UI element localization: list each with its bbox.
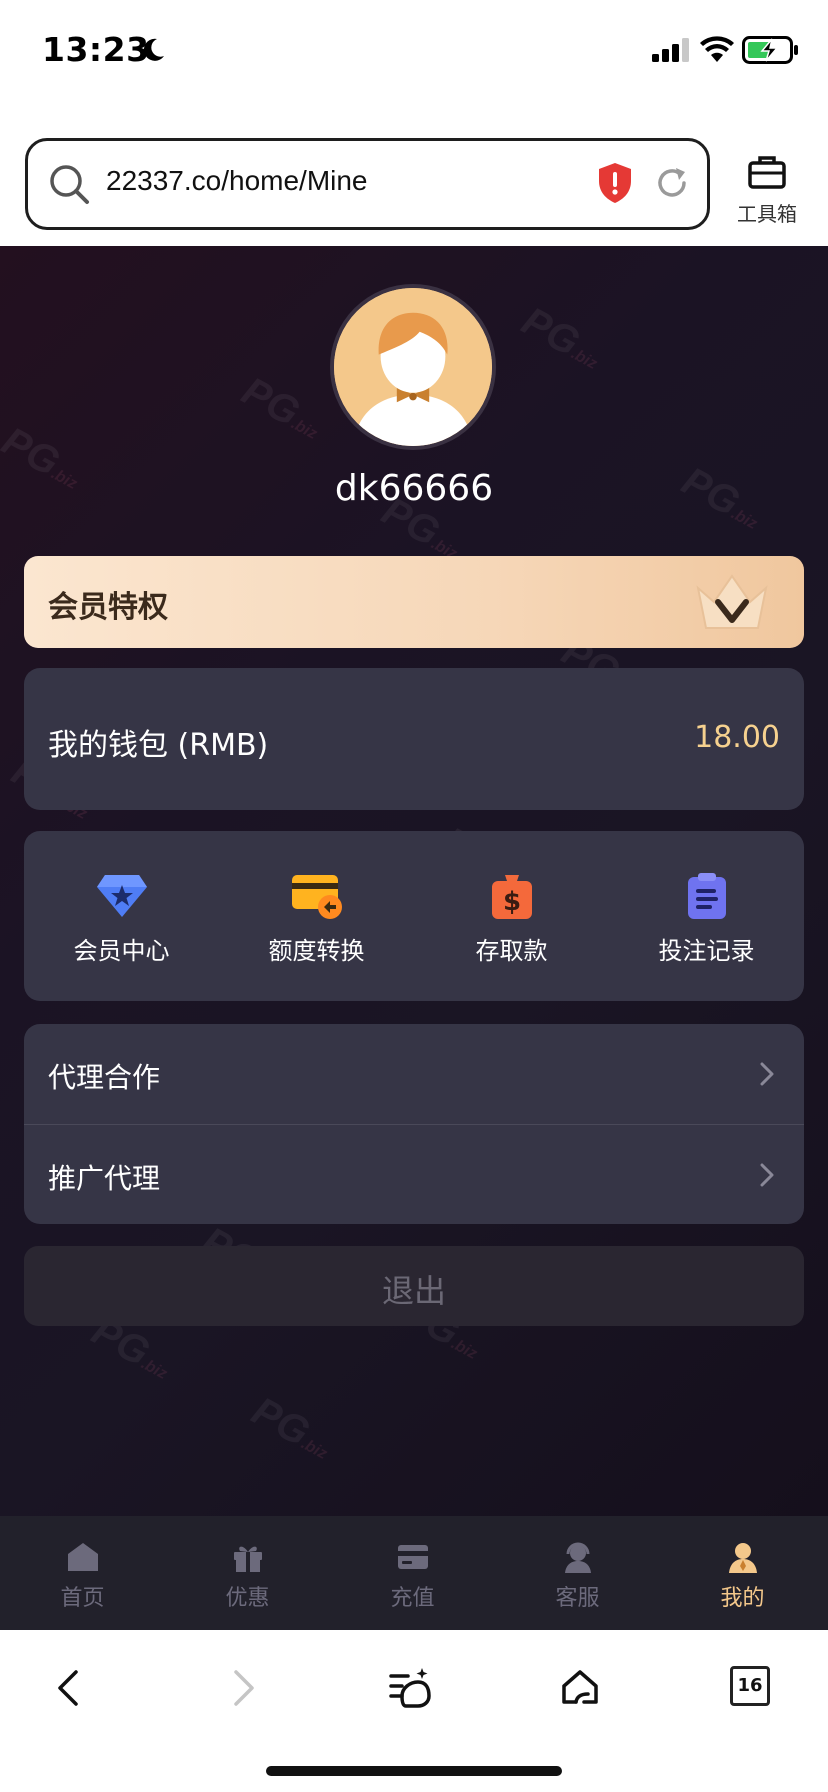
wallet-label: 我的钱包 (RMB) — [48, 728, 269, 763]
watermark: PG.biz — [234, 368, 320, 443]
home-indicator — [266, 1766, 562, 1776]
browser-toolbar: 16 — [0, 1630, 828, 1792]
wifi-icon — [700, 36, 734, 62]
reload-icon[interactable] — [652, 163, 692, 203]
tab-label: 首页 — [60, 1586, 105, 1611]
mine-page: PG.biz PG.biz PG.biz PG.biz PG.biz PG .bi… — [0, 246, 828, 1516]
quick-action-label: 额度转换 — [268, 937, 365, 965]
forward-icon[interactable] — [220, 1666, 264, 1710]
quick-action-bet-records[interactable]: 投注记录 — [609, 871, 804, 981]
toolbox-label: 工具箱 — [737, 202, 797, 226]
browser-address-bar: 22337.co/home/Mine 工具箱 — [0, 104, 828, 246]
status-time: 13:23 — [42, 30, 150, 69]
watermark: PG.biz — [244, 1388, 330, 1463]
tab-label: 我的 — [720, 1586, 765, 1611]
vip-crown-icon — [696, 574, 768, 629]
user-icon — [728, 1543, 757, 1573]
avatar[interactable] — [330, 284, 496, 450]
quick-action-label: 投注记录 — [658, 937, 755, 965]
url-field[interactable]: 22337.co/home/Mine — [25, 138, 710, 230]
wallet-balance: 18.00 — [694, 720, 780, 755]
menu-list: 代理合作 推广代理 — [24, 1024, 804, 1224]
security-shield-icon[interactable] — [596, 161, 634, 205]
battery-charging-icon — [742, 36, 798, 64]
quick-action-label: 存取款 — [475, 937, 548, 965]
home-icon[interactable] — [558, 1666, 602, 1710]
chevron-right-icon — [760, 1163, 774, 1187]
chevron-right-icon — [760, 1062, 774, 1086]
svg-text:$: $ — [502, 887, 520, 917]
tab-promotions[interactable]: 优惠 — [165, 1540, 330, 1620]
search-icon — [50, 165, 89, 204]
back-icon[interactable] — [48, 1666, 92, 1710]
moon-icon — [143, 38, 164, 61]
menu-item-label: 代理合作 — [48, 1061, 161, 1094]
logout-button[interactable]: 退出 — [24, 1246, 804, 1326]
clipboard-icon — [687, 873, 726, 919]
gift-icon — [233, 1546, 262, 1572]
wallet-icon — [397, 1545, 428, 1569]
menu-icon[interactable] — [388, 1666, 432, 1710]
menu-item-agent-cooperation[interactable]: 代理合作 — [24, 1024, 804, 1124]
status-bar: 13:23 — [0, 0, 828, 104]
tab-label: 优惠 — [225, 1586, 270, 1611]
toolbox-icon — [748, 156, 786, 189]
tab-label: 客服 — [555, 1586, 600, 1611]
menu-item-label: 推广代理 — [48, 1162, 161, 1195]
vip-title: 会员特权 — [48, 590, 168, 625]
tab-customer-service[interactable]: 客服 — [495, 1540, 660, 1620]
tab-recharge[interactable]: 充值 — [330, 1540, 495, 1620]
vip-privilege-card[interactable]: 会员特权 — [24, 556, 804, 648]
tabs-count-button[interactable]: 16 — [730, 1666, 770, 1706]
tab-label: 充值 — [390, 1586, 435, 1611]
avatar-illustration — [334, 288, 492, 446]
money-bag-icon: $ — [491, 875, 532, 919]
url-text: 22337.co/home/Mine — [106, 165, 368, 196]
toolbox-button[interactable]: 工具箱 — [730, 152, 804, 236]
tab-home[interactable]: 首页 — [0, 1540, 165, 1620]
quick-action-label: 会员中心 — [73, 937, 170, 965]
quick-actions: 会员中心 额度转换 $ 存取款 投注记录 — [24, 831, 804, 1001]
tab-mine[interactable]: 我的 — [660, 1540, 825, 1620]
card-transfer-icon — [291, 875, 342, 919]
logout-label: 退出 — [381, 1272, 446, 1310]
quick-action-credit-transfer[interactable]: 额度转换 — [219, 871, 414, 981]
home-icon — [67, 1543, 98, 1571]
diamond-star-icon — [96, 875, 147, 917]
cellular-signal-icon — [652, 38, 689, 62]
quick-action-deposit-withdraw[interactable]: $ 存取款 — [414, 871, 609, 981]
app-tab-bar: 首页 优惠 充值 客服 我的 — [0, 1516, 828, 1630]
menu-item-promotion-agent[interactable]: 推广代理 — [24, 1124, 804, 1224]
username: dk66666 — [334, 468, 494, 509]
quick-action-member-center[interactable]: 会员中心 — [24, 871, 219, 981]
watermark: PG.biz — [514, 298, 600, 373]
wallet-card[interactable]: 我的钱包 (RMB) 18.00 — [24, 668, 804, 810]
support-icon — [564, 1542, 591, 1573]
